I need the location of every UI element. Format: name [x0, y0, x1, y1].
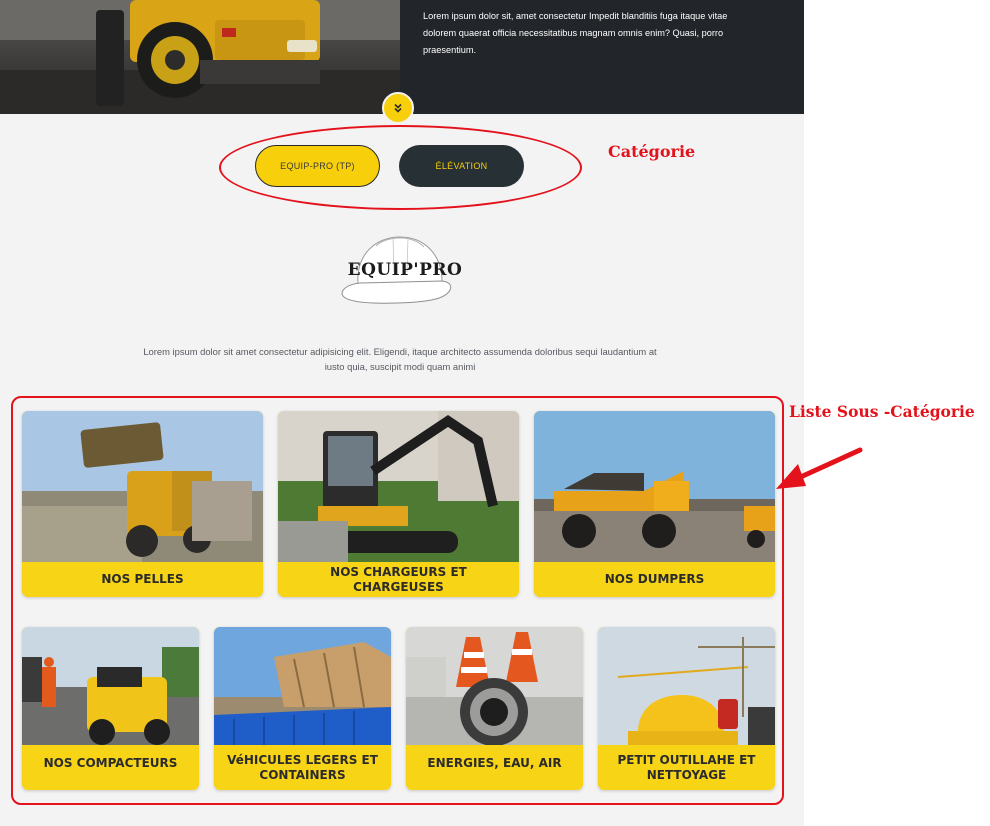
scroll-down-button[interactable]	[382, 92, 414, 124]
brand-title: EQUIP'PRO	[347, 260, 463, 280]
hero-description: Lorem ipsum dolor sit, amet consectetur …	[423, 11, 728, 55]
double-chevron-down-icon	[392, 99, 404, 118]
category-annotation-text: Catégorie	[608, 142, 696, 161]
annotation-arrow-icon	[772, 444, 864, 496]
hero-section: Lorem ipsum dolor sit, amet consectetur …	[0, 0, 804, 124]
intro-text: Lorem ipsum dolor sit amet consectetur a…	[143, 346, 657, 372]
subcategory-annotation-text: Liste Sous -Catégorie	[789, 402, 975, 421]
subcategory-annotation-frame	[11, 396, 784, 805]
hero-roller-image	[0, 0, 400, 114]
category-annotation-ellipse	[219, 125, 582, 210]
hero-panel: Lorem ipsum dolor sit, amet consectetur …	[400, 0, 804, 114]
